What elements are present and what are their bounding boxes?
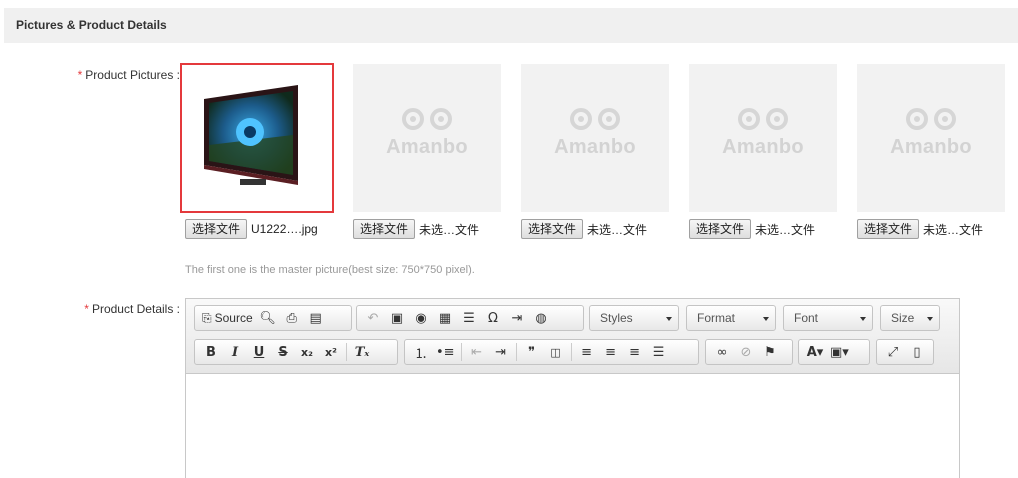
blockquote-icon[interactable]: ❞: [520, 342, 544, 362]
special-char-icon[interactable]: Ω: [481, 308, 505, 328]
chevron-down-icon: [666, 317, 672, 321]
source-button[interactable]: ⎘ Source: [199, 308, 256, 328]
choose-file-button[interactable]: 选择文件: [185, 219, 248, 239]
file-input-2: 选择文件 未选…文件: [353, 219, 479, 239]
rich-text-editor: ⎘ Source 🔍︎ ⎙ ▤ ↶ ▣ ◉ ▦ ☰ Ω ⇥ ◍ Styles Fo…: [185, 298, 960, 478]
placeholder-brand-text: Amanbo: [722, 136, 804, 158]
choose-file-button[interactable]: 选择文件: [521, 219, 584, 239]
underline-icon[interactable]: U: [247, 342, 271, 362]
maximize-icon[interactable]: ⤢: [881, 342, 905, 362]
indent-icon[interactable]: ⇥: [489, 342, 513, 362]
iframe-icon[interactable]: ◍: [529, 308, 553, 328]
show-blocks-icon[interactable]: ▯: [905, 342, 929, 362]
page-break-icon[interactable]: ⇥: [505, 308, 529, 328]
placeholder-brand-text: Amanbo: [890, 136, 972, 158]
image-icon[interactable]: ▣: [385, 308, 409, 328]
justify-icon[interactable]: ☰: [647, 342, 671, 362]
master-picture-hint: The first one is the master picture(best…: [185, 264, 475, 276]
align-right-icon[interactable]: ≡: [623, 342, 647, 362]
subscript-icon[interactable]: x₂: [295, 342, 319, 362]
bulleted-list-icon[interactable]: •≡: [433, 342, 458, 362]
source-icon: ⎘: [202, 310, 212, 325]
toolbar-separator: [460, 343, 462, 361]
italic-icon[interactable]: I: [223, 342, 247, 362]
toolbar-group-colors: A▾ ▣▾: [798, 339, 870, 365]
styles-dropdown[interactable]: Styles: [589, 305, 679, 331]
choose-file-button[interactable]: 选择文件: [857, 219, 920, 239]
toolbar-group-basic-styles: B I U S x₂ x² Tₓ: [194, 339, 398, 365]
placeholder-brand-text: Amanbo: [554, 136, 636, 158]
placeholder-logo: Amanbo: [353, 108, 501, 159]
bold-icon[interactable]: B: [199, 342, 223, 362]
create-div-icon[interactable]: ◫: [544, 342, 568, 362]
file-name: 未选…文件: [419, 222, 480, 237]
background-color-icon[interactable]: ▣▾: [827, 342, 852, 362]
chevron-down-icon: [763, 317, 769, 321]
product-details-label: * Product Details :: [84, 302, 180, 316]
editor-toolbar: ⎘ Source 🔍︎ ⎙ ▤ ↶ ▣ ◉ ▦ ☰ Ω ⇥ ◍ Styles Fo…: [186, 299, 959, 374]
toolbar-separator: [515, 343, 517, 361]
file-name: U1222….jpg: [251, 222, 318, 236]
numbered-list-icon[interactable]: ⒈: [409, 342, 433, 362]
unlink-icon[interactable]: ⊘: [734, 342, 758, 362]
toolbar-group-insert: ↶ ▣ ◉ ▦ ☰ Ω ⇥ ◍: [356, 305, 584, 331]
picture-slot-master[interactable]: [180, 63, 334, 213]
file-name: 未选…文件: [923, 222, 984, 237]
choose-file-button[interactable]: 选择文件: [353, 219, 416, 239]
required-mark: *: [77, 68, 83, 82]
strikethrough-icon[interactable]: S: [271, 342, 295, 362]
section-title: Pictures & Product Details: [16, 18, 167, 32]
product-pictures-label: * Product Pictures :: [77, 68, 180, 82]
toolbar-separator: [570, 343, 572, 361]
outdent-icon[interactable]: ⇤: [465, 342, 489, 362]
font-dropdown[interactable]: Font: [783, 305, 873, 331]
flash-icon[interactable]: ◉: [409, 308, 433, 328]
anchor-flag-icon[interactable]: ⚑: [758, 342, 782, 362]
file-input-3: 选择文件 未选…文件: [521, 219, 647, 239]
horizontal-rule-icon[interactable]: ☰: [457, 308, 481, 328]
align-left-icon[interactable]: ≡: [575, 342, 599, 362]
chevron-down-icon: [860, 317, 866, 321]
toolbar-group-document: ⎘ Source 🔍︎ ⎙ ▤: [194, 305, 352, 331]
file-input-4: 选择文件 未选…文件: [689, 219, 815, 239]
templates-icon[interactable]: ▤: [304, 308, 328, 328]
text-color-icon[interactable]: A▾: [803, 342, 827, 362]
placeholder-logo: Amanbo: [857, 108, 1005, 159]
required-mark: *: [84, 302, 89, 316]
placeholder-brand-text: Amanbo: [386, 136, 468, 158]
link-icon[interactable]: ∞: [710, 342, 734, 362]
preview-icon[interactable]: 🔍︎: [256, 308, 280, 328]
chevron-down-icon: [927, 317, 933, 321]
picture-slot-4[interactable]: Amanbo: [689, 64, 837, 212]
toolbar-group-paragraph: ⒈ •≡ ⇤ ⇥ ❞ ◫ ≡ ≡ ≡ ☰: [404, 339, 699, 365]
print-icon[interactable]: ⎙: [280, 308, 304, 328]
placeholder-logo: Amanbo: [689, 108, 837, 159]
editor-content-area[interactable]: [186, 375, 959, 478]
undo-icon[interactable]: ↶: [361, 308, 385, 328]
align-center-icon[interactable]: ≡: [599, 342, 623, 362]
file-name: 未选…文件: [587, 222, 648, 237]
remove-format-icon[interactable]: Tₓ: [350, 342, 374, 362]
placeholder-logo: Amanbo: [521, 108, 669, 159]
product-image-tv: [204, 85, 298, 185]
format-dropdown[interactable]: Format: [686, 305, 776, 331]
section-header: Pictures & Product Details: [4, 8, 1018, 43]
picture-slot-3[interactable]: Amanbo: [521, 64, 669, 212]
picture-slot-5[interactable]: Amanbo: [857, 64, 1005, 212]
file-input-1: 选择文件 U1222….jpg: [185, 219, 318, 239]
file-name: 未选…文件: [755, 222, 816, 237]
toolbar-group-tools: ⤢ ▯: [876, 339, 934, 365]
file-input-5: 选择文件 未选…文件: [857, 219, 983, 239]
choose-file-button[interactable]: 选择文件: [689, 219, 752, 239]
table-icon[interactable]: ▦: [433, 308, 457, 328]
picture-slot-2[interactable]: Amanbo: [353, 64, 501, 212]
toolbar-group-links: ∞ ⊘ ⚑: [705, 339, 793, 365]
toolbar-separator: [346, 343, 347, 361]
superscript-icon[interactable]: x²: [319, 342, 343, 362]
size-dropdown[interactable]: Size: [880, 305, 940, 331]
